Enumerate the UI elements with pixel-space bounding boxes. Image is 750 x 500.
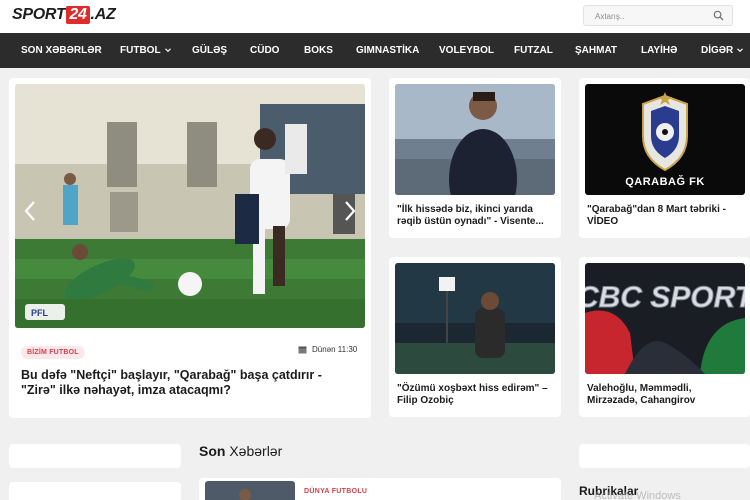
nav-label: FUTZAL <box>514 45 553 56</box>
article-image: QARABAĞ FK <box>585 84 745 195</box>
article-card[interactable]: CBC SPORT Valehoğlu, Məmmədli, Mirzəzadə… <box>579 257 750 417</box>
section-heading-bold: Son <box>199 443 226 459</box>
nav-label: GÜLƏŞ <box>192 45 228 56</box>
nav-label: CÜDO <box>250 45 280 56</box>
stadium-night-photo <box>395 263 555 374</box>
qarabag-fk-caption: QARABAĞ FK <box>625 175 705 188</box>
slider-next-arrow-icon[interactable] <box>341 199 359 223</box>
nav-item-diger[interactable]: DİGƏR <box>701 33 744 68</box>
category-tag[interactable]: BİZİM FUTBOL <box>21 346 85 359</box>
nav-item-cudo[interactable]: CÜDO <box>250 33 279 68</box>
latest-news-thumbnail <box>205 481 295 500</box>
logo-text-24: 24 <box>66 6 90 24</box>
nav-item-futzal[interactable]: FUTZAL <box>514 33 553 68</box>
nav-item-voleybol[interactable]: VOLEYBOL <box>439 33 494 68</box>
logo-text-az: .AZ <box>90 6 116 23</box>
activate-windows-watermark: Activate Windows <box>594 490 681 500</box>
nav-label: VOLEYBOL <box>439 45 495 56</box>
article-title[interactable]: "İlk hissədə biz, ikinci yarıda rəqib üs… <box>397 204 555 228</box>
nav-label: SON XƏBƏRLƏR <box>21 45 102 56</box>
top-bar: SPORT 24 .AZ <box>0 0 750 33</box>
chevron-down-icon <box>737 48 744 53</box>
article-image <box>395 84 555 195</box>
sidebar-widget-right <box>579 444 750 468</box>
calendar-icon <box>298 346 307 354</box>
section-heading-rest: Xəbərlər <box>225 443 283 459</box>
latest-news-category[interactable]: DÜNYA FUTBOLU <box>304 488 367 495</box>
cbc-sport-logo-image: CBC SPORT <box>585 263 745 374</box>
featured-article-image[interactable]: PFL <box>15 84 365 328</box>
qarabag-logo-image: QARABAĞ FK <box>585 84 745 195</box>
nav-item-boks[interactable]: BOKS <box>304 33 333 68</box>
cbc-sport-caption: CBC SPORT <box>585 281 745 314</box>
slider-prev-arrow-icon[interactable] <box>21 199 39 223</box>
nav-label: GIMNASTİKA <box>356 45 420 56</box>
nav-item-shahmat[interactable]: ŞAHMAT <box>575 33 617 68</box>
latest-news-item[interactable] <box>199 478 561 500</box>
chevron-down-icon <box>164 48 171 53</box>
article-image: CBC SPORT <box>585 263 745 374</box>
nav-item-futbol[interactable]: FUTBOL <box>120 33 171 68</box>
football-match-photo: PFL <box>15 84 365 328</box>
site-logo[interactable]: SPORT 24 .AZ <box>12 5 116 25</box>
article-date-text: Dünən 11:30 <box>312 345 358 354</box>
main-nav: SON XƏBƏRLƏR FUTBOL GÜLƏŞ CÜDO BOKS GIMN… <box>0 33 750 68</box>
nav-label: FUTBOL <box>120 45 161 56</box>
sidebar-widget-left <box>9 444 181 468</box>
article-date: Dünən 11:30 <box>298 345 357 354</box>
nav-label: ŞAHMAT <box>575 45 618 56</box>
nav-label: LAYİHƏ <box>641 45 678 56</box>
article-card[interactable]: "Özümü xoşbəxt hiss edirəm" – Filip Ozob… <box>389 257 561 417</box>
nav-item-gimnastika[interactable]: GIMNASTİKA <box>356 33 419 68</box>
search-input[interactable] <box>584 7 704 26</box>
search-box <box>583 5 733 26</box>
search-icon[interactable] <box>713 10 724 21</box>
logo-text-sport: SPORT <box>12 6 66 23</box>
article-title[interactable]: Valehoğlu, Məmmədli, Mirzəzadə, Cahangir… <box>587 383 743 407</box>
nav-item-gulesh[interactable]: GÜLƏŞ <box>192 33 227 68</box>
pfl-badge: PFL <box>31 308 49 318</box>
nav-label: DİGƏR <box>701 45 734 56</box>
article-card[interactable]: "İlk hissədə biz, ikinci yarıda rəqib üs… <box>389 78 561 238</box>
sidebar-widget-bottom-left <box>9 482 181 500</box>
article-card[interactable]: QARABAĞ FK "Qarabağ"dan 8 Mart təbriki -… <box>579 78 750 238</box>
article-title[interactable]: "Qarabağ"dan 8 Mart təbriki - VİDEO <box>587 204 743 228</box>
article-image <box>395 263 555 374</box>
nav-item-son-xeberler[interactable]: SON XƏBƏRLƏR <box>21 33 102 68</box>
nav-label: BOKS <box>304 45 333 56</box>
featured-article-card[interactable]: PFL <box>9 78 371 418</box>
article-title[interactable]: "Özümü xoşbəxt hiss edirəm" – Filip Ozob… <box>397 383 555 407</box>
coach-photo <box>395 84 555 195</box>
featured-article-title[interactable]: Bu dəfə "Neftçi" başlayır, "Qarabağ" baş… <box>21 368 351 398</box>
news-thumbnail-photo <box>205 481 295 500</box>
section-heading-latest: Son Xəbərlər <box>199 443 282 459</box>
nav-item-layihe[interactable]: LAYİHƏ <box>641 33 677 68</box>
